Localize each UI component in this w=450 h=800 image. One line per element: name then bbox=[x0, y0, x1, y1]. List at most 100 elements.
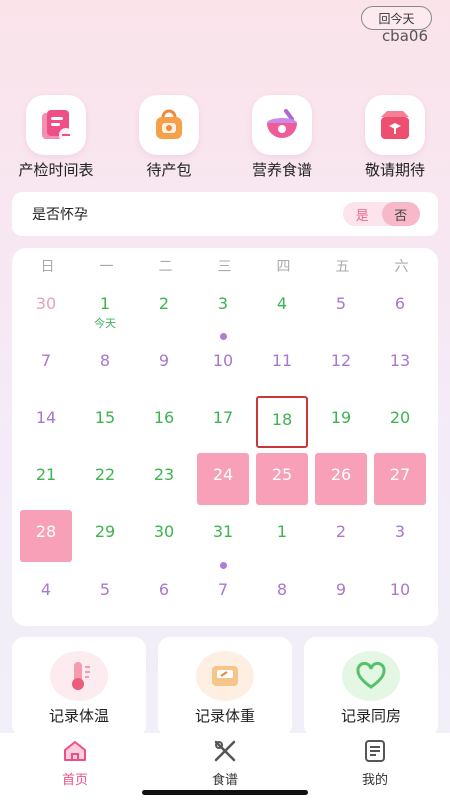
calendar-day[interactable]: 4 bbox=[256, 282, 308, 334]
weekday-label: 日 bbox=[40, 259, 55, 275]
calendar-day[interactable]: 22 bbox=[79, 453, 131, 505]
calendar-day[interactable]: 2 bbox=[315, 510, 367, 562]
calendar-day[interactable]: 9 bbox=[138, 339, 190, 391]
calendar-day[interactable]: 30 bbox=[138, 510, 190, 562]
tab-label: 我的 bbox=[361, 773, 388, 788]
pregnancy-toggle: 是 否 bbox=[343, 202, 420, 226]
calendar-day[interactable]: 19 bbox=[315, 396, 367, 448]
calendar-day[interactable]: 8 bbox=[256, 568, 308, 620]
day-number: 8 bbox=[276, 580, 288, 599]
utensils-icon bbox=[214, 740, 236, 762]
calendar-day[interactable]: 14 bbox=[20, 396, 72, 448]
day-number: 12 bbox=[330, 351, 352, 370]
calendar-day[interactable]: 8 bbox=[79, 339, 131, 391]
day-number: 29 bbox=[94, 522, 116, 541]
weekday-label: 五 bbox=[335, 259, 350, 275]
day-number: 27 bbox=[389, 465, 411, 484]
calendar-day[interactable]: 28 bbox=[20, 510, 72, 562]
quick-link-coming-soon[interactable]: 敬请期待 bbox=[345, 95, 445, 180]
weekday-label: 一 bbox=[99, 259, 114, 275]
calendar-day[interactable]: 11 bbox=[256, 339, 308, 391]
pregnancy-status-label: 是否怀孕 bbox=[32, 207, 88, 223]
nutrition-bowl-icon bbox=[252, 95, 312, 155]
calendar-day[interactable]: 6 bbox=[138, 568, 190, 620]
weekday-label: 三 bbox=[217, 259, 232, 275]
record-intimacy-card[interactable]: 记录同房 bbox=[304, 637, 438, 737]
scale-icon bbox=[196, 651, 254, 701]
day-number: 13 bbox=[389, 351, 411, 370]
calendar-day[interactable]: 12 bbox=[315, 339, 367, 391]
day-number: 30 bbox=[35, 294, 57, 313]
quick-link-checkup-schedule[interactable]: 产检时间表 bbox=[6, 95, 106, 180]
calendar-day[interactable]: 25 bbox=[256, 453, 308, 505]
calendar-day[interactable]: 9 bbox=[315, 568, 367, 620]
quick-link-label: 待产包 bbox=[146, 161, 192, 179]
calendar-day[interactable]: 4 bbox=[20, 568, 72, 620]
calendar-day[interactable]: 5 bbox=[315, 282, 367, 334]
tab-recipes[interactable]: 食谱 bbox=[175, 739, 275, 788]
calendar-day[interactable]: 7 bbox=[197, 562, 249, 620]
calendar-day[interactable]: 30 bbox=[20, 282, 72, 334]
day-number: 23 bbox=[153, 465, 175, 484]
day-number: 10 bbox=[389, 580, 411, 599]
calendar-day[interactable]: 7 bbox=[20, 339, 72, 391]
quick-link-maternity-bag[interactable]: 待产包 bbox=[119, 95, 219, 180]
calendar-day[interactable]: 6 bbox=[374, 282, 426, 334]
quick-link-label: 营养食谱 bbox=[251, 161, 312, 179]
day-number: 5 bbox=[99, 580, 111, 599]
calendar-day[interactable]: 23 bbox=[138, 453, 190, 505]
day-number: 5 bbox=[335, 294, 347, 313]
day-number: 7 bbox=[217, 580, 229, 599]
tab-home[interactable]: 首页 bbox=[25, 739, 125, 788]
quick-link-label: 产检时间表 bbox=[18, 161, 94, 179]
calendar-day[interactable]: 24 bbox=[197, 453, 249, 505]
user-id-label: cba06 bbox=[381, 27, 428, 45]
calendar-day[interactable]: 21 bbox=[20, 453, 72, 505]
pregnancy-no-option[interactable]: 否 bbox=[381, 202, 420, 226]
calendar-day[interactable]: 1 今天 bbox=[79, 282, 131, 334]
calendar-day[interactable]: 20 bbox=[374, 396, 426, 448]
calendar: 日 一 二 三 四 五 六 30 1 今天 2 3 4 5 6 7 8 9 10 11 12 13 14 15 1… bbox=[12, 248, 438, 626]
weekday-label: 六 bbox=[394, 259, 409, 275]
calendar-day[interactable]: 15 bbox=[79, 396, 131, 448]
day-number: 3 bbox=[394, 522, 406, 541]
calendar-day[interactable]: 10 bbox=[197, 333, 249, 391]
calendar-day[interactable]: 13 bbox=[374, 339, 426, 391]
calendar-day[interactable]: 3 bbox=[374, 510, 426, 562]
day-number: 3 bbox=[217, 294, 229, 313]
calendar-day[interactable]: 17 bbox=[197, 396, 249, 448]
tab-profile[interactable]: 我的 bbox=[325, 739, 425, 788]
record-temperature-card[interactable]: 记录体温 bbox=[12, 637, 146, 737]
calendar-day[interactable]: 5 bbox=[79, 568, 131, 620]
thermometer-icon bbox=[50, 651, 108, 701]
day-number: 16 bbox=[153, 408, 175, 427]
pregnancy-yes-option[interactable]: 是 bbox=[343, 202, 382, 226]
day-number: 11 bbox=[271, 351, 293, 370]
quick-link-label: 敬请期待 bbox=[364, 161, 425, 179]
calendar-day[interactable]: 10 bbox=[374, 568, 426, 620]
day-number: 18 bbox=[271, 410, 293, 429]
record-weight-card[interactable]: 记录体重 bbox=[158, 637, 292, 737]
day-number: 2 bbox=[158, 294, 170, 313]
day-number: 25 bbox=[271, 465, 293, 484]
calendar-day[interactable]: 26 bbox=[315, 453, 367, 505]
calendar-day[interactable]: 1 bbox=[256, 510, 308, 562]
quick-link-nutrition-recipes[interactable]: 营养食谱 bbox=[232, 95, 332, 180]
day-number: 4 bbox=[276, 294, 288, 313]
calendar-day[interactable]: 31 bbox=[197, 510, 249, 562]
tab-label: 首页 bbox=[61, 773, 88, 788]
day-number: 10 bbox=[212, 351, 234, 370]
event-dot-icon bbox=[220, 333, 227, 340]
calendar-day[interactable]: 2 bbox=[138, 282, 190, 334]
day-number: 1 bbox=[276, 522, 288, 541]
calendar-day[interactable]: 3 bbox=[197, 282, 249, 334]
day-number: 24 bbox=[212, 465, 234, 484]
calendar-day[interactable]: 16 bbox=[138, 396, 190, 448]
day-number: 7 bbox=[40, 351, 52, 370]
calendar-day[interactable]: 18 bbox=[256, 396, 308, 448]
day-number: 14 bbox=[35, 408, 57, 427]
tab-label: 食谱 bbox=[211, 773, 238, 788]
calendar-day[interactable]: 27 bbox=[374, 453, 426, 505]
day-number: 2 bbox=[335, 522, 347, 541]
calendar-day[interactable]: 29 bbox=[79, 510, 131, 562]
